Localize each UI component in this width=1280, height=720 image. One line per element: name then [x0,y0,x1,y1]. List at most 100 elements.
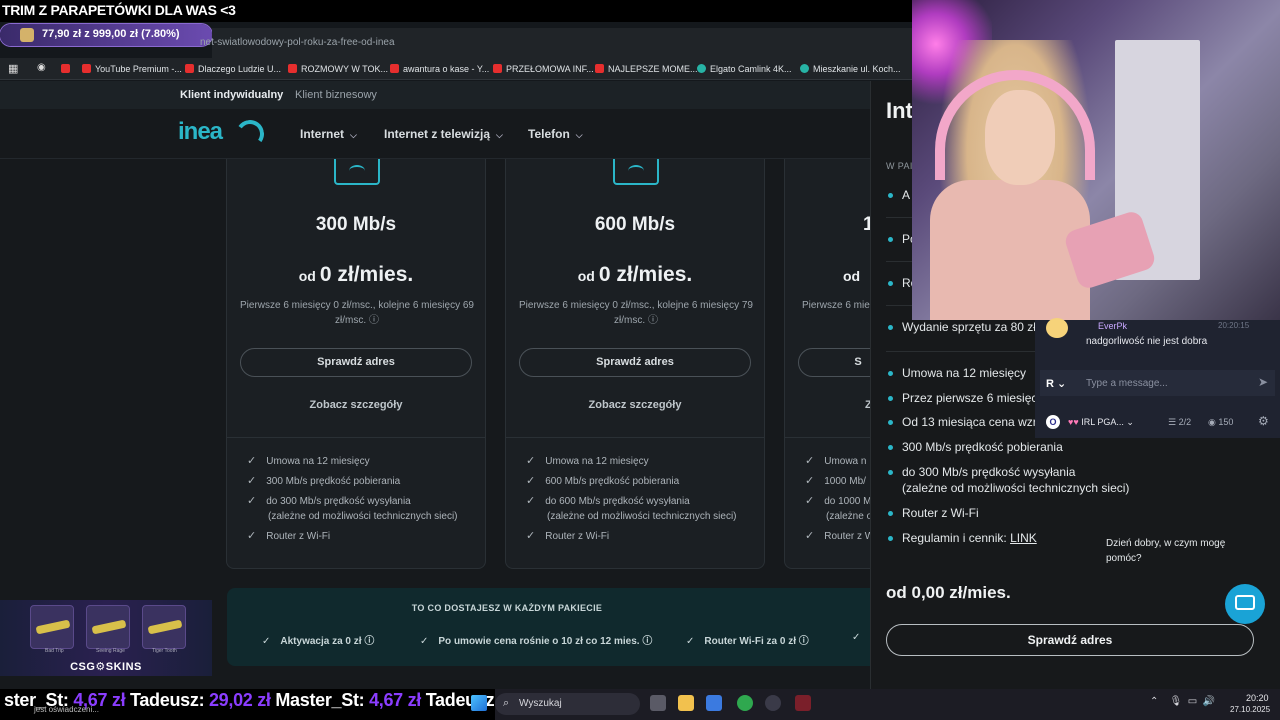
plan-feature-note: (zależne od możliwości technicznych siec… [547,511,737,522]
app-icon[interactable] [795,695,811,711]
plan-feature: ✓ Umowa n [805,455,867,467]
taskbar-search-label[interactable]: Wyszukaj [519,698,562,709]
check-icon: ✓ [247,530,257,542]
bookmark-item[interactable]: ROZMOWY W TOK... [288,62,388,76]
apps-grid-icon[interactable]: ▦ [8,62,18,75]
network-icon: ▭ [1187,696,1198,707]
bookmark-item[interactable]: Dlaczego Ludzie U... [185,62,281,76]
bookmark-youtube-icon[interactable] [61,62,74,76]
file-explorer-icon[interactable] [678,695,694,711]
nav-internet[interactable]: Internet ⌵ [300,127,357,141]
segment-business[interactable]: Klient biznesowy [295,89,377,101]
check-address-button[interactable]: Sprawdź adres [519,348,751,377]
check-icon: ✓ [247,495,257,507]
avatar [1046,318,1068,338]
panel-check-address-button[interactable]: Sprawdź adres [886,624,1254,656]
inea-logo[interactable]: inea [178,118,223,146]
nav-phone[interactable]: Telefon ⌵ [528,127,583,141]
check-icon: ✓ [247,475,257,487]
start-icon[interactable] [471,695,487,711]
plan-feature: ✓ Umowa na 12 miesięcy [247,455,370,467]
segment-individual[interactable]: Klient indywidualny [180,89,283,101]
segment-bar [0,81,870,109]
divider [506,437,764,438]
bookmark-item[interactable]: PRZEŁOMOWA INF... [493,62,594,76]
panel-subtitle: W PAI [886,161,913,171]
info-icon[interactable]: ⓘ [369,315,379,326]
streamer-top [930,180,1090,320]
panel-item: Wydanie sprzętu za 80 zł [888,320,1036,334]
check-icon: ✓ [420,636,429,647]
skin-label: Tiger Tooth [152,648,177,654]
mic-icon: 🎙 [1169,696,1183,707]
bookmark-item[interactable]: Mieszkanie ul. Koch... [800,62,901,76]
included-features-band [227,588,887,666]
slots-count: ☰ 2/2 [1168,417,1192,427]
chat-username[interactable]: EverPk [1098,321,1127,331]
stack-icon: ☰ [1168,417,1177,427]
send-icon[interactable]: ➤ [1258,375,1268,389]
plan-speed: 600 Mb/s [594,214,676,235]
info-icon[interactable]: ⓘ [642,636,652,647]
system-tray[interactable]: ⌃ 🎙 ▭ 🔊 [1150,696,1215,707]
skin-card [142,605,186,649]
band-title: TO CO DOSTAJESZ W KAŻDYM PAKIECIE [411,603,603,613]
info-icon[interactable]: ⓘ [648,315,658,326]
plan-description: Pierwsze 6 miesięcy 0 zł/msc., kolejne 6… [519,300,753,326]
check-icon: ✓ [805,455,815,467]
task-view-icon[interactable] [650,695,666,711]
chrome-icon[interactable] [737,695,753,711]
chat-support-icon[interactable] [1225,584,1265,624]
info-icon[interactable]: ⓘ [364,636,374,647]
wifi-router-icon [613,159,659,185]
gear-icon[interactable]: ⚙ [1258,414,1269,428]
skin-card [86,605,130,649]
browser-icon[interactable]: ◉ [37,62,46,73]
see-details-link[interactable]: Zobacz szczegóły [227,399,485,411]
divider [227,437,485,438]
check-icon: ✓ [247,455,257,467]
check-address-button[interactable]: Sprawdź adres [240,348,472,377]
panel-item-note: (zależne od możliwości technicznych siec… [902,481,1130,495]
eye-icon: ◉ [1208,417,1216,427]
ad-brand: CSG⚙SKINS [70,661,142,673]
chat-message: nadgorliwość nie jest dobra [1086,336,1208,347]
plan-feature: ✓ Router z Wi-Fi [247,530,331,542]
skin-label: Seeing Rage [96,648,125,654]
check-icon: ✓ [805,475,815,487]
plan-feature: ✓ Router z W [805,530,875,542]
plan-feature-note: (zależne od możliwości technicznych siec… [268,511,458,522]
plan-price: od 0 zł/mies. [577,263,693,286]
account-icon[interactable]: R ⌄ [1046,377,1066,390]
panel-item: 300 Mb/s prędkość pobierania [888,440,1063,454]
clock-time[interactable]: 20:20 [1246,693,1269,703]
bookmark-item[interactable]: Elgato Camlink 4K... [697,62,792,76]
goal-icon [20,28,34,42]
taskbar-search[interactable] [495,693,640,715]
obs-icon[interactable] [765,695,781,711]
store-icon[interactable] [706,695,722,711]
search-icon: ⌕ [503,697,510,709]
band-feature: ✓ Po umowie cena rośnie o 10 zł co 12 mie… [420,636,653,647]
check-icon: ✓ [262,636,271,647]
nav-internet-tv[interactable]: Internet z telewizją ⌵ [384,127,503,141]
panel-item: Przez pierwsze 6 miesięcy [887,391,1044,405]
bookmark-item[interactable]: YouTube Premium -... [82,62,182,76]
panel-item: Umowa na 12 miesięcy [887,366,1027,380]
chat-input-placeholder[interactable]: Type a message... [1086,378,1168,389]
panel-item: do 300 Mb/s prędkość wysyłania [887,465,1076,479]
channel-name[interactable]: ♥♥ IRL PGA... ⌄ [1068,417,1134,428]
terms-link[interactable]: LINK [1010,531,1037,545]
skin-card [30,605,74,649]
chat-timestamp: 20:20:15 [1218,321,1250,330]
channel-icon[interactable]: O [1046,415,1060,429]
check-icon: ✓ [526,475,536,487]
url-text[interactable]: net-swiatlowodowy-pol-roku-za-free-od-in… [200,37,395,48]
info-icon[interactable]: ⓘ [799,636,809,647]
bookmark-item[interactable]: awantura o kase - Y... [390,62,489,76]
plan-speed: 300 Mb/s [315,214,397,235]
see-details-link[interactable]: Zobacz szczegóły [506,399,764,411]
bookmark-item[interactable]: NAJLEPSZE MOME... [595,62,698,76]
plan-feature: ✓ do 600 Mb/s prędkość wysyłania [526,495,690,507]
clock-date[interactable]: 27.10.2025 [1230,705,1270,714]
